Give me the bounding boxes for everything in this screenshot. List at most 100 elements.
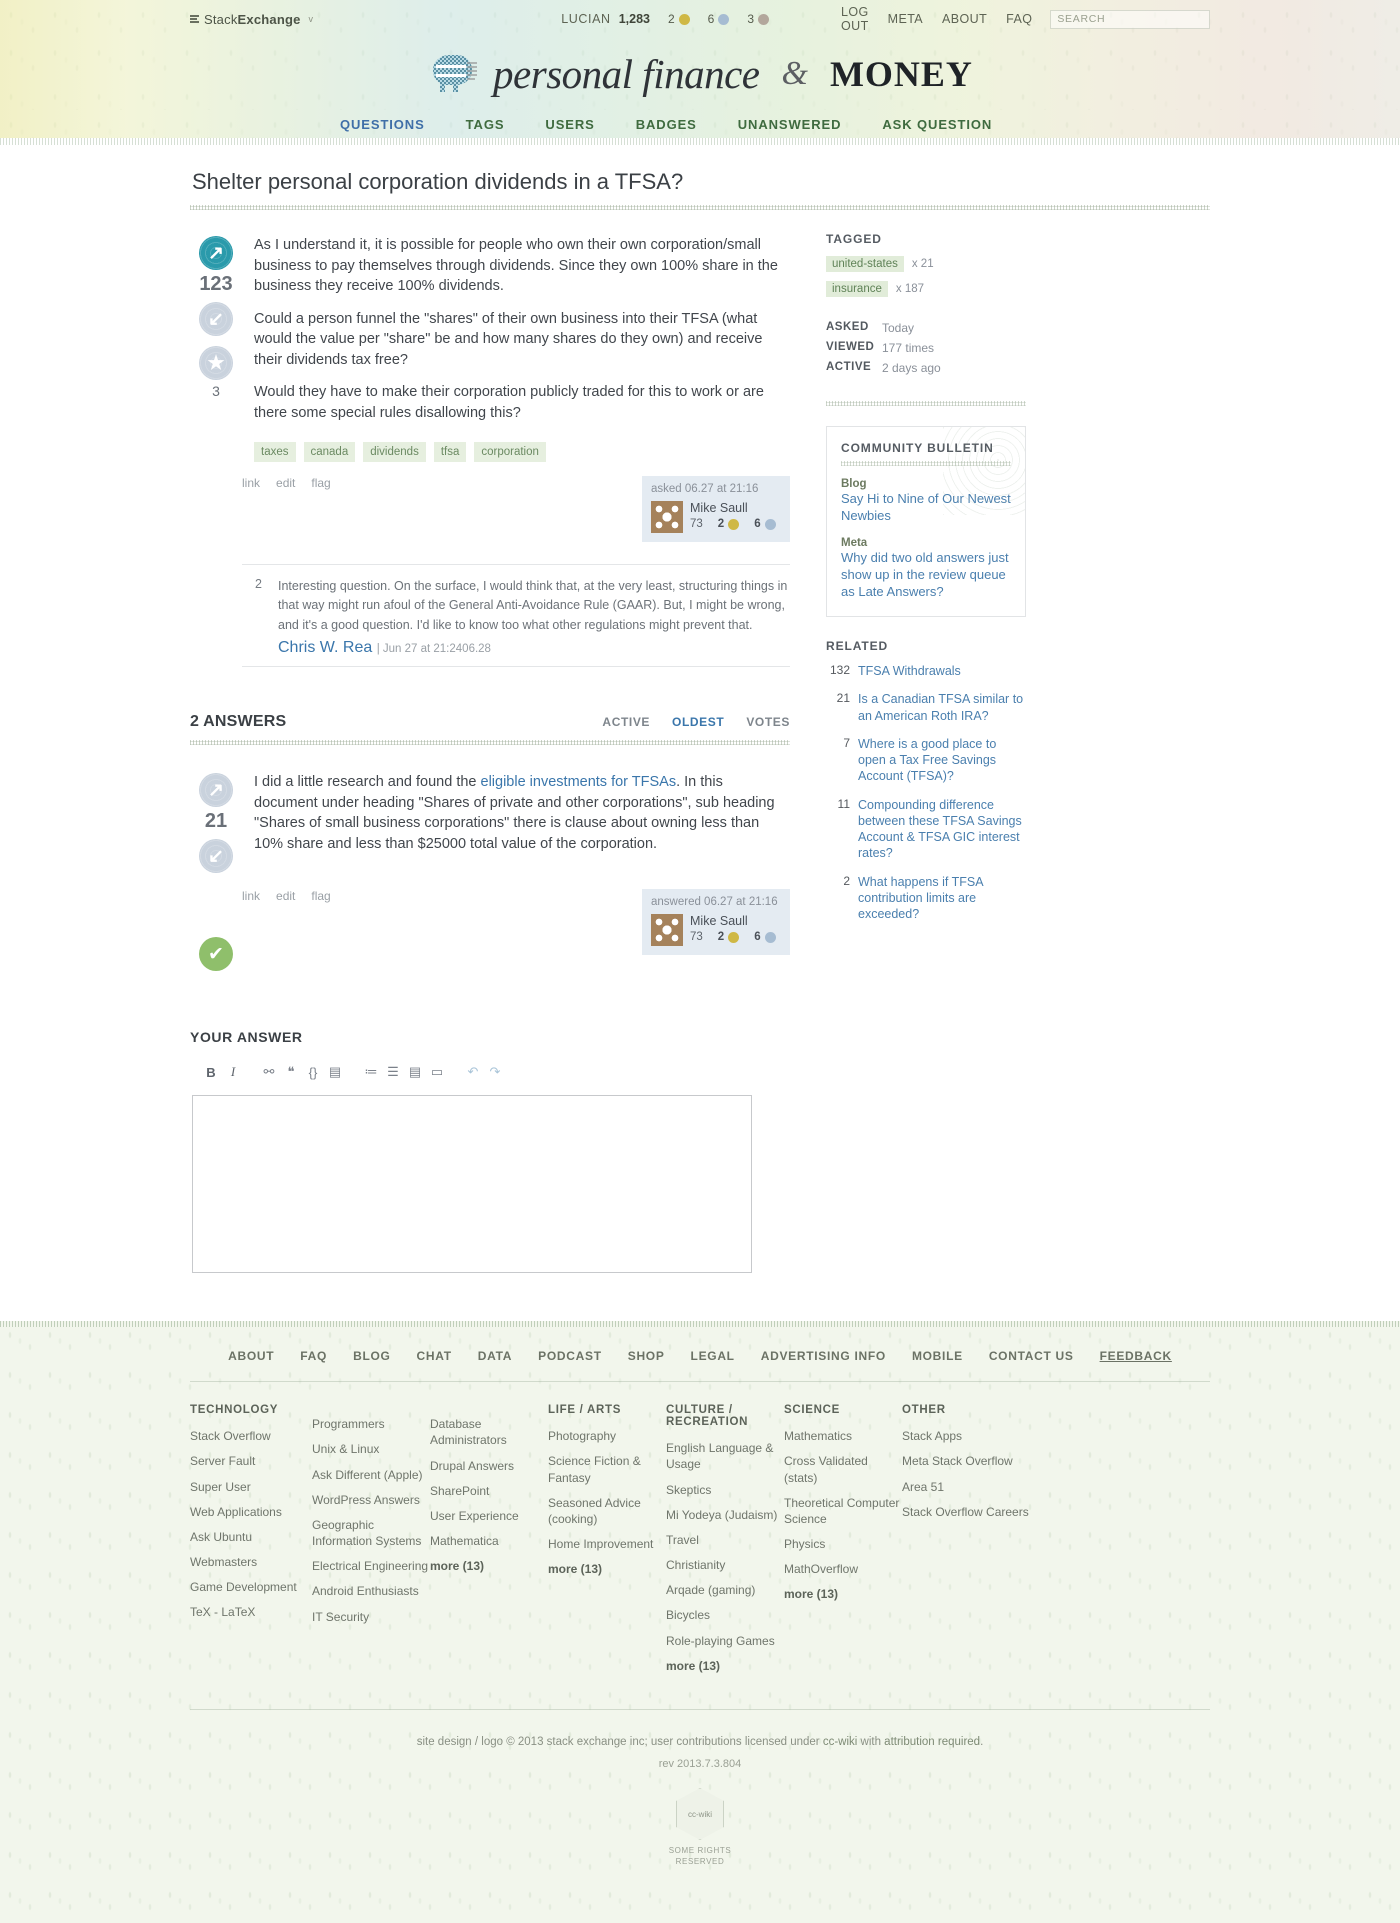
- footer-site-link[interactable]: Travel: [666, 1533, 699, 1547]
- footer-site-link[interactable]: Meta Stack Overflow: [902, 1454, 1013, 1468]
- footer-site-link[interactable]: WordPress Answers: [312, 1493, 420, 1507]
- nav-item-badges[interactable]: BADGES: [636, 117, 697, 132]
- footer-site-link[interactable]: Drupal Answers: [430, 1459, 514, 1473]
- footer-site-item[interactable]: Role-playing Games: [666, 1633, 784, 1649]
- footer-site-item[interactable]: Home Improvement: [548, 1536, 666, 1552]
- italic-icon[interactable]: I: [222, 1061, 244, 1083]
- nav-item-ask-question[interactable]: ASK QUESTION: [882, 117, 992, 132]
- footer-site-link[interactable]: Arqade (gaming): [666, 1583, 755, 1597]
- footer-link-podcast[interactable]: PODCAST: [538, 1349, 602, 1363]
- image-icon[interactable]: ▤: [324, 1061, 346, 1083]
- footer-link-data[interactable]: DATA: [478, 1349, 512, 1363]
- footer-site-item[interactable]: Mathematica: [430, 1533, 548, 1549]
- footer-site-link[interactable]: Home Improvement: [548, 1537, 653, 1551]
- footer-site-link[interactable]: Theoretical Computer Science: [784, 1496, 899, 1526]
- redo-icon[interactable]: ↷: [484, 1061, 506, 1083]
- footer-site-item[interactable]: Stack Apps: [902, 1428, 1032, 1444]
- footer-site-item[interactable]: Theoretical Computer Science: [784, 1495, 902, 1527]
- footer-site-link[interactable]: Game Development: [190, 1580, 297, 1594]
- footer-site-item[interactable]: Super User: [190, 1479, 312, 1495]
- sort-tab-votes[interactable]: VOTES: [746, 715, 790, 729]
- tag-dividends[interactable]: dividends: [363, 441, 426, 462]
- footer-site-item[interactable]: Photography: [548, 1428, 666, 1444]
- footer-site-link[interactable]: Role-playing Games: [666, 1634, 775, 1648]
- footer-site-item[interactable]: SharePoint: [430, 1483, 548, 1499]
- site-logo[interactable]: personal finance & MONEY: [427, 50, 973, 98]
- footer-more-link[interactable]: more (13): [784, 1586, 902, 1602]
- sort-tab-oldest[interactable]: OLDEST: [672, 715, 724, 729]
- footer-more-link[interactable]: more (13): [548, 1561, 666, 1577]
- blockquote-icon[interactable]: ❝: [280, 1061, 302, 1083]
- question-owner-name[interactable]: Mike Saull: [690, 501, 776, 515]
- answer-downvote-button[interactable]: ↙: [199, 839, 233, 874]
- answer-edit-action[interactable]: edit: [276, 889, 295, 903]
- bulleted-list-icon[interactable]: ☰: [382, 1061, 404, 1083]
- sort-tab-active[interactable]: ACTIVE: [602, 715, 650, 729]
- footer-more-link[interactable]: more (13): [666, 1658, 784, 1674]
- topbar-link-about[interactable]: ABOUT: [942, 12, 987, 26]
- footer-site-item[interactable]: Physics: [784, 1536, 902, 1552]
- footer-site-item[interactable]: Game Development: [190, 1579, 312, 1595]
- footer-site-item[interactable]: Webmasters: [190, 1554, 312, 1570]
- footer-site-link[interactable]: Electrical Engineering: [312, 1559, 428, 1573]
- footer-site-item[interactable]: Ask Ubuntu: [190, 1529, 312, 1545]
- footer-site-link[interactable]: Web Applications: [190, 1505, 282, 1519]
- footer-site-link[interactable]: Unix & Linux: [312, 1442, 379, 1456]
- footer-site-item[interactable]: Science Fiction & Fantasy: [548, 1453, 666, 1485]
- sidebar-tag-united-states[interactable]: united-states: [826, 256, 904, 272]
- footer-site-link[interactable]: Geographic Information Systems: [312, 1518, 421, 1548]
- footer-site-link[interactable]: English Language & Usage: [666, 1441, 773, 1471]
- question-link-action[interactable]: link: [242, 476, 260, 490]
- footer-site-link[interactable]: Database Administrators: [430, 1417, 507, 1447]
- footer-site-link[interactable]: Science Fiction & Fantasy: [548, 1454, 641, 1484]
- undo-icon[interactable]: ↶: [462, 1061, 484, 1083]
- downvote-button[interactable]: ↙: [199, 302, 233, 336]
- footer-link-advertising-info[interactable]: ADVERTISING INFO: [761, 1349, 886, 1363]
- related-item[interactable]: 21 Is a Canadian TFSA similar to an Amer…: [826, 691, 1026, 724]
- footer-link-chat[interactable]: CHAT: [417, 1349, 452, 1363]
- related-title[interactable]: Is a Canadian TFSA similar to an America…: [858, 691, 1026, 724]
- footer-site-link[interactable]: Mi Yodeya (Judaism): [666, 1508, 777, 1522]
- footer-site-link[interactable]: User Experience: [430, 1509, 519, 1523]
- footer-site-link[interactable]: Stack Apps: [902, 1429, 962, 1443]
- footer-site-item[interactable]: User Experience: [430, 1508, 548, 1524]
- bulletin-link-blog[interactable]: Say Hi to Nine of Our Newest Newbies: [841, 491, 1011, 524]
- footer-site-item[interactable]: Mi Yodeya (Judaism): [666, 1507, 784, 1523]
- related-item[interactable]: 132 TFSA Withdrawals: [826, 663, 1026, 679]
- answer-link-action[interactable]: link: [242, 889, 260, 903]
- footer-site-item[interactable]: Drupal Answers: [430, 1458, 548, 1474]
- footer-link-legal[interactable]: LEGAL: [691, 1349, 735, 1363]
- footer-site-link[interactable]: Stack Overflow: [190, 1429, 271, 1443]
- footer-site-item[interactable]: Meta Stack Overflow: [902, 1453, 1032, 1469]
- related-item[interactable]: 2 What happens if TFSA contribution limi…: [826, 874, 1026, 923]
- footer-link-shop[interactable]: SHOP: [628, 1349, 665, 1363]
- footer-site-link[interactable]: Skeptics: [666, 1483, 711, 1497]
- footer-site-item[interactable]: Stack Overflow Careers: [902, 1504, 1032, 1520]
- related-item[interactable]: 7 Where is a good place to open a Tax Fr…: [826, 736, 1026, 785]
- question-owner-card[interactable]: asked 06.27 at 21:16 Mike Saull 73 2 6: [642, 476, 790, 542]
- footer-site-link[interactable]: Super User: [190, 1480, 251, 1494]
- footer-site-item[interactable]: Seasoned Advice (cooking): [548, 1495, 666, 1527]
- avatar[interactable]: [651, 501, 683, 533]
- tag-canada[interactable]: canada: [303, 441, 356, 462]
- footer-site-item[interactable]: Mathematics: [784, 1428, 902, 1444]
- upvote-button[interactable]: ↗: [199, 236, 233, 270]
- footer-site-link[interactable]: SharePoint: [430, 1484, 489, 1498]
- accepted-answer-indicator[interactable]: ✔: [199, 937, 233, 972]
- footer-link-faq[interactable]: FAQ: [300, 1349, 327, 1363]
- footer-site-item[interactable]: Cross Validated (stats): [784, 1453, 902, 1485]
- footer-link-contact-us[interactable]: CONTACT US: [989, 1349, 1074, 1363]
- stackexchange-network-menu[interactable]: StackExchange v: [190, 12, 313, 27]
- tag-taxes[interactable]: taxes: [254, 441, 296, 462]
- footer-site-link[interactable]: MathOverflow: [784, 1562, 858, 1576]
- footer-site-item[interactable]: WordPress Answers: [312, 1492, 430, 1508]
- footer-site-item[interactable]: Bicycles: [666, 1607, 784, 1623]
- footer-link-blog[interactable]: BLOG: [353, 1349, 390, 1363]
- footer-site-item[interactable]: Christianity: [666, 1557, 784, 1573]
- footer-site-item[interactable]: Server Fault: [190, 1453, 312, 1469]
- badge-bronze[interactable]: 3: [747, 12, 770, 26]
- footer-site-item[interactable]: Ask Different (Apple): [312, 1467, 430, 1483]
- footer-site-link[interactable]: Android Enthusiasts: [312, 1584, 419, 1598]
- related-title[interactable]: What happens if TFSA contribution limits…: [858, 874, 1026, 923]
- footer-site-item[interactable]: IT Security: [312, 1609, 430, 1625]
